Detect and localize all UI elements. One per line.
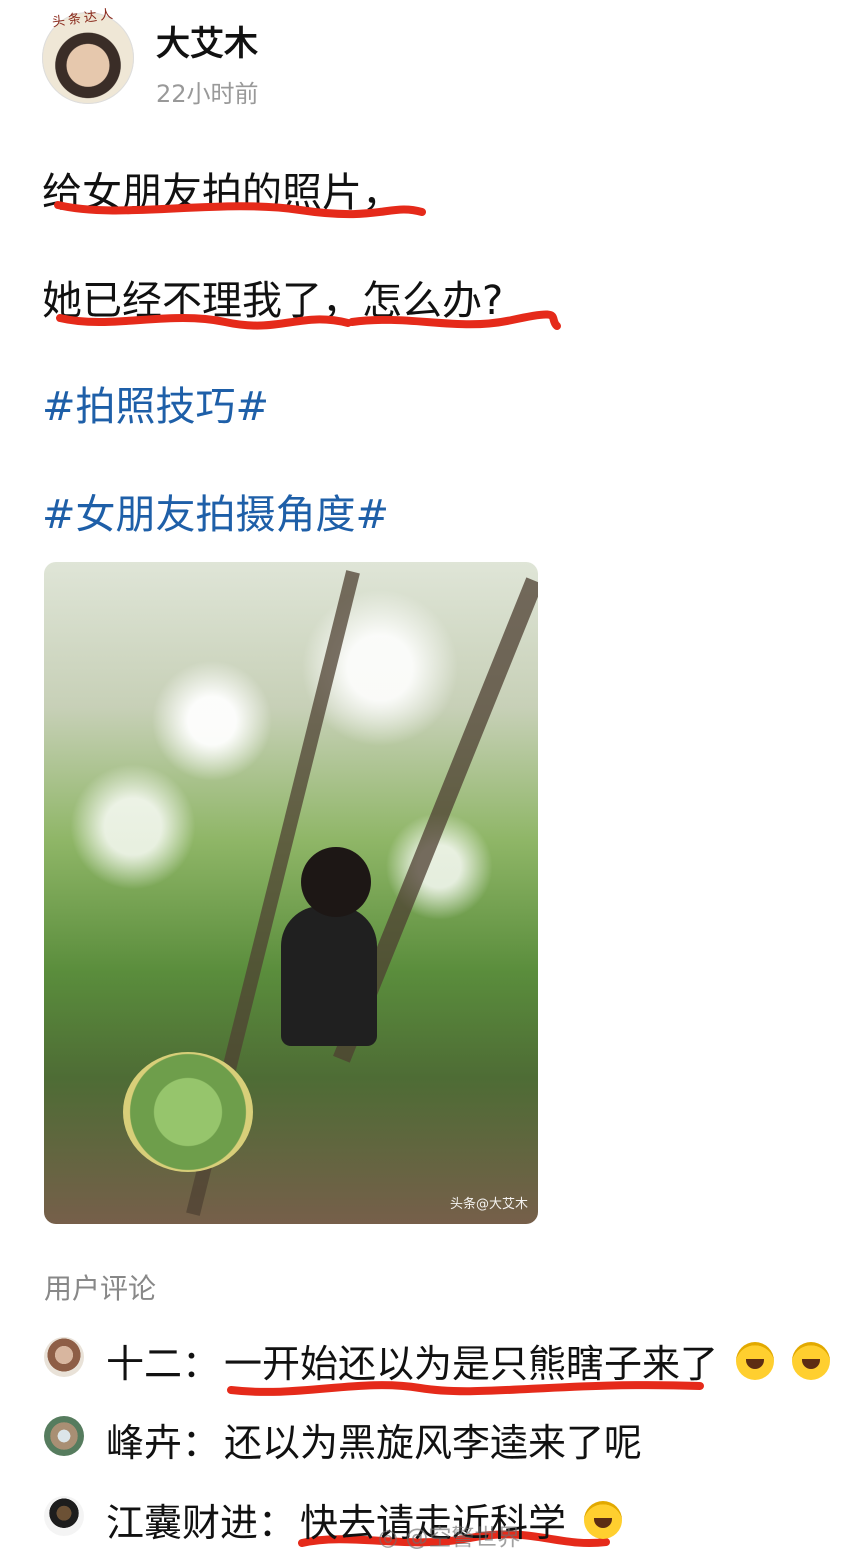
weibo-icon: ◎ [378,1525,399,1551]
post-time: 22小时前 [156,80,259,108]
comment-body: 还以为黑旋风李逵来了呢 [224,1421,643,1465]
photo-person-body [281,906,378,1047]
comment-item[interactable]: 十二： 一开始还以为是只熊瞎子来了 [44,1333,831,1386]
comment-text: 还以为黑旋风李逵来了呢 [224,1412,642,1467]
laughing-crying-emoji-icon [792,1342,831,1380]
weibo-watermark: ◎ @空警世界 [378,1518,520,1552]
comment-author[interactable]: 峰卉： [106,1412,220,1467]
hashtag-girlfriend-angle[interactable]: #女朋友拍摄角度# [42,482,389,540]
comments-heading: 用户评论 [44,1272,157,1305]
post-photo[interactable]: 头条@大艾木 [44,562,538,1224]
comment-text: 一开始还以为是只熊瞎子来了 [224,1333,831,1388]
comment-avatar[interactable] [44,1416,84,1456]
comment-avatar[interactable] [44,1496,84,1536]
author-name[interactable]: 大艾木 [156,16,258,65]
hashtag-photo-tips[interactable]: #拍照技巧# [42,374,269,432]
laughing-crying-emoji-icon [584,1501,623,1539]
photo-cabbage [123,1051,254,1172]
comment-author[interactable]: 江囊财进： [106,1492,296,1547]
comment-item[interactable]: 峰卉： 还以为黑旋风李逵来了呢 [44,1412,824,1465]
laughing-crying-emoji-icon [736,1342,775,1380]
photo-person-hair [300,846,371,917]
photo-watermark: 头条@大艾木 [449,1197,528,1212]
comment-author[interactable]: 十二： [106,1333,220,1388]
comment-body: 一开始还以为是只熊瞎子来了 [224,1342,719,1386]
comment-avatar[interactable] [44,1337,84,1377]
post-text-line-2: 她已经不理我了，怎么办? [42,278,504,324]
weibo-watermark-text: @空警世界 [405,1525,521,1551]
post-text-line-1: 给女朋友拍的照片， [42,170,402,216]
